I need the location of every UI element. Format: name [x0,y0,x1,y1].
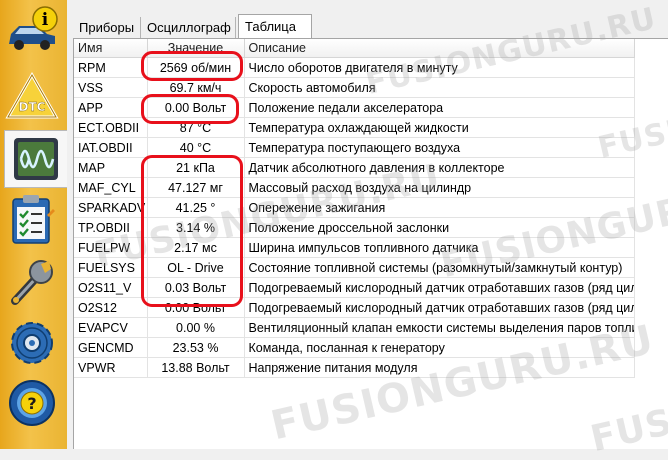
param-description: Положение дроссельной заслонки [244,217,635,238]
param-name: O2S12 [74,297,148,318]
param-value: OL - Drive [147,257,245,278]
table-row[interactable]: FUELPW 2.17 мс Ширина импульсов топливного… [74,237,635,258]
param-description: Температура охлаждающей жидкости [244,117,635,138]
param-name: O2S11_V [74,277,148,298]
table-row[interactable]: APP 0.00 Вольт Положение педали акселерато… [74,97,635,118]
header-value[interactable]: Значение [147,39,245,58]
param-name: RPM [74,57,148,78]
param-description: Состояние топливной системы (разомкнутый… [244,257,635,278]
table-row[interactable]: IAT.OBDII 40 °C Температура поступающего в… [74,137,635,158]
parameters-table: Имя Значение Описание RPM 2569 об/мин Числ… [74,39,635,378]
param-value: 3.14 % [147,217,245,238]
dtc-button[interactable]: DTC [3,68,60,126]
checklist-icon [11,195,55,244]
param-value: 23.53 % [147,337,245,358]
settings-button[interactable] [3,314,60,372]
dtc-warning-icon: DTC [4,71,59,119]
param-value: 40 °C [147,137,245,158]
table-row[interactable]: MAF_CYL 47.127 мг Массовый расход воздуха … [74,177,635,198]
param-description: Подогреваемый кислородный датчик отработ… [244,277,635,298]
checklist-button[interactable] [3,191,60,249]
param-value: 0.03 Вольт [147,277,245,298]
param-description: Массовый расход воздуха на цилиндр [244,177,635,198]
param-name: SPARKADV [74,197,148,218]
param-name: VSS [74,77,148,98]
param-name: EVAPCV [74,317,148,338]
param-description: Подогреваемый кислородный датчик отработ… [244,297,635,318]
car-info-icon: i [8,6,58,50]
settings-gear-icon [10,322,53,364]
param-name: MAF_CYL [74,177,148,198]
param-description: Команда, посланная к генератору [244,337,635,358]
param-description: Ширина импульсов топливного датчика [244,237,635,258]
table-row[interactable]: VSS 69.7 км/ч Скорость автомобиля [74,77,635,98]
param-description: Опережение зажигания [244,197,635,218]
oscilloscope-icon [14,138,58,180]
tab-gauges[interactable]: Приборы [73,17,141,38]
param-description: Напряжение питания модуля [244,357,635,378]
param-description: Скорость автомобиля [244,77,635,98]
table-header-row: Имя Значение Описание [74,39,635,58]
table-row[interactable]: EVAPCV 0.00 % Вентиляционный клапан емкост… [74,317,635,338]
param-description: Датчик абсолютного давления в коллекторе [244,157,635,178]
param-value: 21 кПа [147,157,245,178]
param-name: ECT.OBDII [74,117,148,138]
table-row[interactable]: GENCMD 23.53 % Команда, посланная к генера… [74,337,635,358]
main-area: Приборы Осциллограф Таблица Имя Значение… [67,0,668,460]
param-name: MAP [74,157,148,178]
oscilloscope-button[interactable] [4,130,67,188]
tools-button[interactable] [3,253,60,311]
info-letter: i [41,10,48,30]
table-body: RPM 2569 об/мин Число оборотов двигателя в… [74,57,635,378]
table-row[interactable]: VPWR 13.88 Вольт Напряжение питания модуля [74,357,635,378]
param-name: FUELSYS [74,257,148,278]
param-value: 47.127 мг [147,177,245,198]
help-steering-icon: ? [8,380,55,426]
param-name: IAT.OBDII [74,137,148,158]
car-info-button[interactable]: i [3,2,60,60]
param-description: Вентиляционный клапан емкости системы вы… [244,317,635,338]
param-description: Температура поступающего воздуха [244,137,635,158]
param-description: Положение педали акселератора [244,97,635,118]
table-row[interactable]: SPARKADV 41.25 ° Опережение зажигания [74,197,635,218]
param-name: APP [74,97,148,118]
table-row[interactable]: FUELSYS OL - Drive Состояние топливной сис… [74,257,635,278]
param-value: 2.17 мс [147,237,245,258]
help-button[interactable]: ? [3,374,60,432]
param-value: 2569 об/мин [147,57,245,78]
sidebar: i DTC ? [0,0,67,449]
param-value: 13.88 Вольт [147,357,245,378]
param-name: VPWR [74,357,148,378]
param-description: Число оборотов двигателя в минуту [244,57,635,78]
table-panel: Имя Значение Описание RPM 2569 об/мин Числ… [73,38,668,449]
header-description[interactable]: Описание [244,39,635,58]
table-row[interactable]: RPM 2569 об/мин Число оборотов двигателя в… [74,57,635,78]
tab-table[interactable]: Таблица [238,14,312,39]
param-value: 87 °C [147,117,245,138]
table-row[interactable]: ECT.OBDII 87 °C Температура охлаждающей жи… [74,117,635,138]
param-value: 0.00 Вольт [147,297,245,318]
param-name: GENCMD [74,337,148,358]
param-value: 69.7 км/ч [147,77,245,98]
param-value: 0.00 Вольт [147,97,245,118]
param-name: TP.OBDII [74,217,148,238]
param-value: 41.25 ° [147,197,245,218]
table-row[interactable]: TP.OBDII 3.14 % Положение дроссельной засл… [74,217,635,238]
param-name: FUELPW [74,237,148,258]
header-name[interactable]: Имя [74,39,148,58]
tab-oscilloscope[interactable]: Осциллограф [141,17,236,38]
param-value: 0.00 % [147,317,245,338]
table-row[interactable]: MAP 21 кПа Датчик абсолютного давления в к… [74,157,635,178]
table-row[interactable]: O2S11_V 0.03 Вольт Подогреваемый кислородн… [74,277,635,298]
dtc-label: DTC [18,100,45,114]
help-question-mark: ? [27,394,36,413]
wrench-icon [10,260,53,305]
table-row[interactable]: O2S12 0.00 Вольт Подогреваемый кислородный… [74,297,635,318]
